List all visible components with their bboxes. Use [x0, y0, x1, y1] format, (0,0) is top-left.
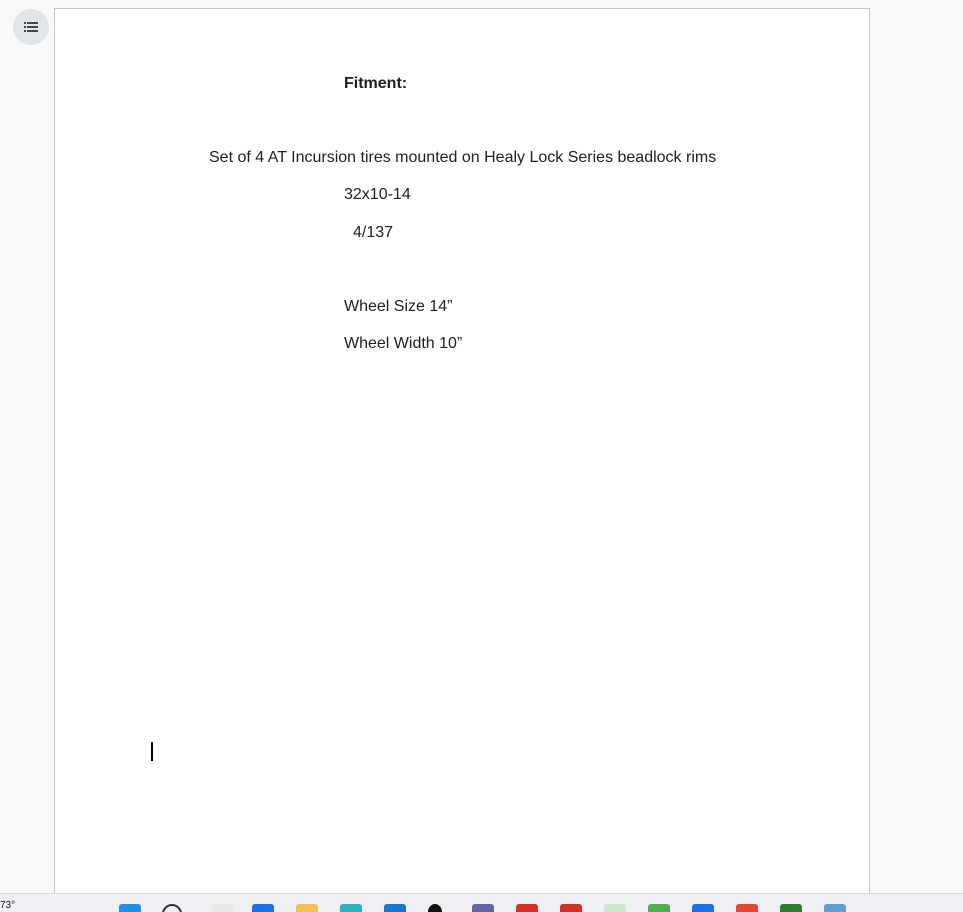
text-cursor: [151, 742, 153, 761]
photos-icon[interactable]: [648, 904, 670, 912]
list-icon: [24, 22, 38, 32]
app-green-icon[interactable]: [604, 904, 626, 912]
file-explorer-icon[interactable]: [296, 904, 318, 912]
wheel-size-text: Wheel Size 14”: [344, 298, 453, 315]
search-icon[interactable]: [162, 904, 182, 912]
chrome-profile-icon[interactable]: [516, 904, 538, 912]
bolt-pattern-text: 4/137: [353, 224, 394, 241]
chrome-profile-k-icon[interactable]: [560, 904, 582, 912]
taskbar: 73°: [0, 893, 963, 912]
start-icon[interactable]: [119, 904, 141, 912]
document-outline-button[interactable]: [13, 9, 49, 45]
chrome-icon[interactable]: [736, 904, 758, 912]
doc-description: Set of 4 AT Incursion tires mounted on H…: [209, 149, 717, 166]
doc-heading: Fitment:: [344, 75, 408, 92]
teams-icon[interactable]: [472, 904, 494, 912]
edge-icon[interactable]: [252, 904, 274, 912]
weather-temp[interactable]: 73°: [0, 900, 15, 912]
wheel-width-text: Wheel Width 10”: [344, 335, 463, 352]
docs-app: Fitment: Set of 4 AT Incursion tires mou…: [0, 0, 963, 912]
edit-icon[interactable]: [780, 904, 802, 912]
document-page[interactable]: Fitment: Set of 4 AT Incursion tires mou…: [54, 8, 870, 908]
task-view-icon[interactable]: [212, 904, 234, 912]
store-icon[interactable]: [384, 904, 406, 912]
calendar-icon[interactable]: [692, 904, 714, 912]
browser-icon[interactable]: [340, 904, 362, 912]
monitor-icon[interactable]: [824, 904, 846, 912]
tire-size-text: 32x10-14: [344, 186, 411, 203]
app-icon[interactable]: [428, 904, 442, 912]
